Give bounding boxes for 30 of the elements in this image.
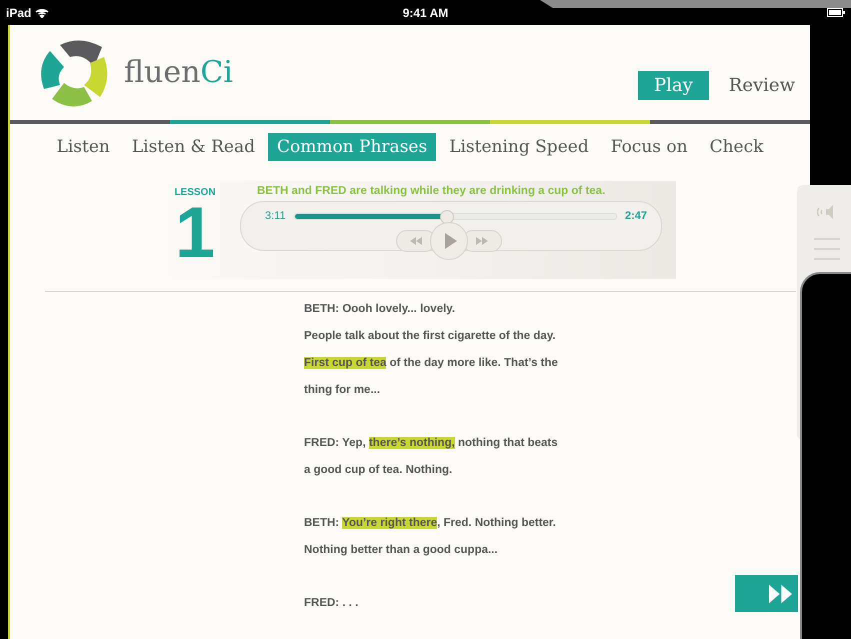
carrier-label: iPad bbox=[6, 6, 32, 20]
nav-tab[interactable]: Listening Speed bbox=[440, 133, 598, 161]
rewind-icon bbox=[410, 237, 422, 245]
fast-forward-icon bbox=[476, 237, 488, 245]
next-button[interactable] bbox=[735, 575, 798, 612]
clock-time: 9:41 AM bbox=[402, 6, 448, 20]
nav-tab[interactable]: Check bbox=[700, 133, 772, 161]
transcript-line: Nothing better than a good cuppa... bbox=[304, 543, 499, 558]
progress-thumb[interactable] bbox=[440, 210, 454, 224]
nav-tab[interactable]: Focus on bbox=[602, 133, 697, 161]
menu-icon[interactable] bbox=[814, 237, 840, 261]
double-triangle-icon bbox=[769, 582, 792, 604]
lesson-description: BETH and FRED are talking while they are drinking a cup of tea. bbox=[256, 185, 606, 197]
wifi-icon bbox=[35, 8, 50, 18]
logo-wordmark: fluenCi bbox=[124, 55, 233, 90]
transcript-line: FRED: . . . bbox=[304, 596, 360, 611]
elapsed-time: 3:11 bbox=[265, 210, 286, 222]
play-icon bbox=[444, 233, 456, 249]
remaining-time: 2:47 bbox=[624, 210, 647, 222]
mode-tab[interactable]: Review bbox=[718, 70, 805, 100]
lesson-number: 1 bbox=[174, 198, 216, 268]
lesson-label: LESSON bbox=[174, 187, 216, 198]
play-button[interactable] bbox=[430, 222, 468, 260]
transcript-line: People talk about the first cigarette of the day. bbox=[304, 329, 557, 344]
nav-tab[interactable]: Listen bbox=[48, 133, 119, 161]
transcript-line: BETH: Oooh lovely... lovely. bbox=[304, 302, 456, 317]
nav-tab[interactable]: Listen & Read bbox=[122, 133, 264, 161]
battery-icon bbox=[827, 8, 845, 17]
transcript-line: a good cup of tea. Nothing. bbox=[304, 463, 454, 478]
transcript-line: thing for me... bbox=[304, 383, 382, 398]
